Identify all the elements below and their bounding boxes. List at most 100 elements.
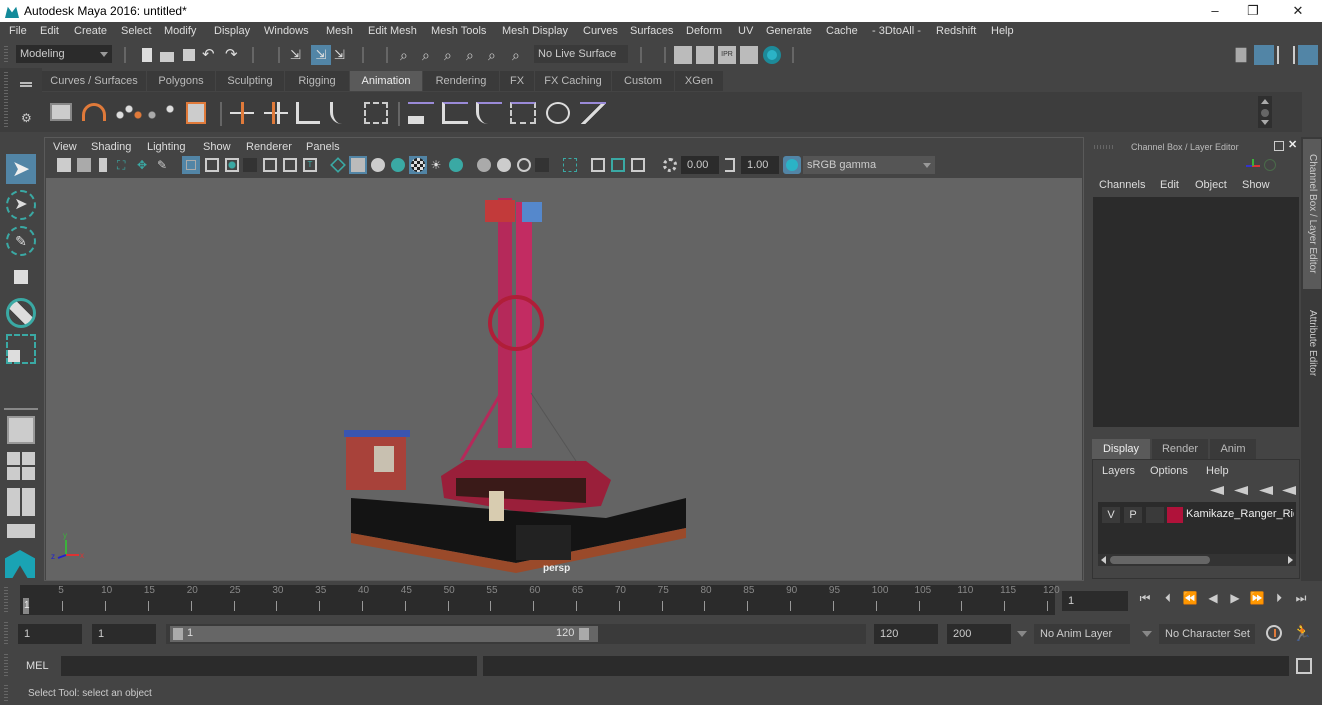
isolate-select-icon[interactable]: [535, 158, 549, 172]
shelf-tab-xgen[interactable]: XGen: [675, 71, 723, 91]
scroll-down-icon[interactable]: [1261, 120, 1269, 125]
command-line-grip[interactable]: [4, 654, 8, 678]
gate-mask-icon[interactable]: [243, 158, 257, 172]
aim-constraint-icon[interactable]: [546, 102, 570, 124]
select-by-hierarchy-icon[interactable]: ⇲: [290, 46, 308, 64]
smooth-shade-icon[interactable]: [349, 156, 367, 174]
dope-sheet-icon[interactable]: [116, 103, 142, 121]
shelf-tab-curves-surfaces[interactable]: Curves / Surfaces: [42, 71, 146, 91]
menu-windows[interactable]: Windows: [264, 25, 309, 37]
resolution-gate-icon[interactable]: [225, 158, 239, 172]
viewport-menu-shading[interactable]: Shading: [91, 141, 131, 153]
attribute-editor-toggle-icon[interactable]: [1254, 45, 1274, 65]
menu-deform[interactable]: Deform: [686, 25, 722, 37]
viewport-menu-show[interactable]: Show: [203, 141, 231, 153]
open-scene-icon[interactable]: [158, 46, 176, 64]
hscroll-thumb[interactable]: [1110, 556, 1210, 564]
menu-3dtoall[interactable]: - 3DtoAll -: [872, 25, 921, 37]
auto-key-icon[interactable]: [1266, 625, 1282, 641]
command-language-toggle[interactable]: MEL: [26, 660, 49, 672]
snap-to-point-icon[interactable]: ⌕: [444, 46, 462, 64]
shelf-tab-fx[interactable]: FX: [500, 71, 534, 91]
scroll-thumb[interactable]: [1261, 109, 1269, 117]
move-layer-up-icon[interactable]: [1210, 486, 1224, 495]
xray-joints-icon[interactable]: [591, 158, 605, 172]
menu-mesh[interactable]: Mesh: [326, 25, 353, 37]
gamma-icon[interactable]: [725, 158, 735, 172]
status-line-grip[interactable]: [4, 46, 8, 64]
anim-layer-chevron-icon[interactable]: [1017, 631, 1027, 637]
xray-icon[interactable]: [563, 158, 577, 172]
field-chart-icon[interactable]: [263, 158, 277, 172]
layer-row[interactable]: V P Kamikaze_Ranger_Ride: [1098, 506, 1296, 526]
parent-constraint-icon[interactable]: [408, 102, 434, 124]
mel-command-input[interactable]: [61, 656, 477, 676]
tool-settings-icon[interactable]: [1277, 46, 1295, 64]
grid-toggle-icon[interactable]: [182, 156, 200, 174]
layer-list-hscrollbar[interactable]: [1098, 554, 1296, 566]
shelf-tabs-menu-icon[interactable]: [20, 82, 32, 84]
2d-pan-zoom-icon[interactable]: ✥: [137, 158, 151, 172]
layer-name[interactable]: Kamikaze_Ranger_Ride: [1186, 508, 1294, 520]
color-management-toggle-icon[interactable]: [783, 156, 801, 174]
make-live-icon[interactable]: ⌕: [488, 46, 506, 64]
select-by-component-icon[interactable]: ⇲: [334, 46, 352, 64]
shelf-tab-fx-caching[interactable]: FX Caching: [535, 71, 611, 91]
render-current-frame-icon[interactable]: [696, 46, 714, 64]
animation-preferences-icon[interactable]: 🏃: [1292, 623, 1312, 643]
bookmark-icon[interactable]: [99, 158, 107, 172]
menu-cache[interactable]: Cache: [826, 25, 858, 37]
shelf-settings-gear-icon[interactable]: ⚙: [21, 111, 32, 125]
default-material-icon[interactable]: [371, 158, 385, 172]
scroll-right-icon[interactable]: [1288, 556, 1293, 564]
range-slider-handle-bar[interactable]: [170, 626, 598, 642]
go-to-end-button[interactable]: ⏭: [1293, 590, 1309, 606]
save-scene-icon[interactable]: [180, 46, 198, 64]
modeling-toolkit-icon[interactable]: [1235, 47, 1247, 63]
speed-icon[interactable]: [1264, 159, 1276, 171]
go-to-start-button[interactable]: ⏮: [1137, 590, 1153, 606]
safe-title-icon[interactable]: T: [303, 158, 317, 172]
select-tool-icon[interactable]: ➤: [6, 154, 36, 184]
exposure-icon[interactable]: [663, 158, 677, 172]
snap-to-view-plane-icon[interactable]: ⌕: [466, 46, 484, 64]
channel-box-toggle-icon[interactable]: [1298, 45, 1318, 65]
layer-tab-anim[interactable]: Anim: [1210, 439, 1256, 459]
play-forwards-button[interactable]: ▶: [1227, 590, 1243, 606]
layers-menu[interactable]: Layers: [1102, 465, 1135, 477]
undo-icon[interactable]: ↶: [202, 46, 220, 64]
film-gate-icon[interactable]: [205, 158, 219, 172]
menu-file[interactable]: File: [9, 25, 27, 37]
scale-tool-icon[interactable]: [6, 334, 36, 364]
menu-curves[interactable]: Curves: [583, 25, 618, 37]
menu-edit-mesh[interactable]: Edit Mesh: [368, 25, 417, 37]
view-transform-dropdown[interactable]: sRGB gamma: [803, 156, 935, 174]
layer-display-type-toggle[interactable]: [1146, 507, 1164, 523]
range-start-grip[interactable]: [173, 628, 183, 640]
play-backwards-button[interactable]: ◀: [1205, 590, 1221, 606]
menu-redshift[interactable]: Redshift: [936, 25, 976, 37]
paint-select-tool-icon[interactable]: ✎: [6, 226, 36, 256]
multisample-aa-icon[interactable]: [497, 158, 511, 172]
menu-help[interactable]: Help: [991, 25, 1014, 37]
wireframe-icon[interactable]: [330, 157, 346, 173]
edit-menu[interactable]: Edit: [1160, 179, 1179, 191]
animation-end-field[interactable]: 200: [947, 624, 1011, 644]
ipr-render-icon[interactable]: IPR: [718, 46, 736, 64]
move-layer-down-icon[interactable]: [1234, 486, 1248, 495]
object-menu[interactable]: Object: [1195, 179, 1227, 191]
snap-to-curve-icon[interactable]: ⌕: [422, 46, 440, 64]
exposure-field[interactable]: 0.00: [681, 156, 719, 174]
point-constraint-icon[interactable]: [442, 102, 468, 124]
character-set-field[interactable]: No Character Set: [1159, 624, 1255, 644]
lasso-tool-icon[interactable]: ➤: [6, 190, 36, 220]
layer-visibility-toggle[interactable]: V: [1102, 507, 1120, 523]
motion-blur-icon[interactable]: [477, 158, 491, 172]
minimize-button[interactable]: –: [1200, 2, 1230, 20]
perspective-viewport[interactable]: y x z persp: [46, 178, 1082, 580]
xray-active-components-icon[interactable]: [611, 158, 625, 172]
select-camera-icon[interactable]: [57, 158, 71, 172]
playback-end-field[interactable]: 120: [874, 624, 938, 644]
scroll-left-icon[interactable]: [1101, 556, 1106, 564]
help-menu[interactable]: Help: [1206, 465, 1229, 477]
